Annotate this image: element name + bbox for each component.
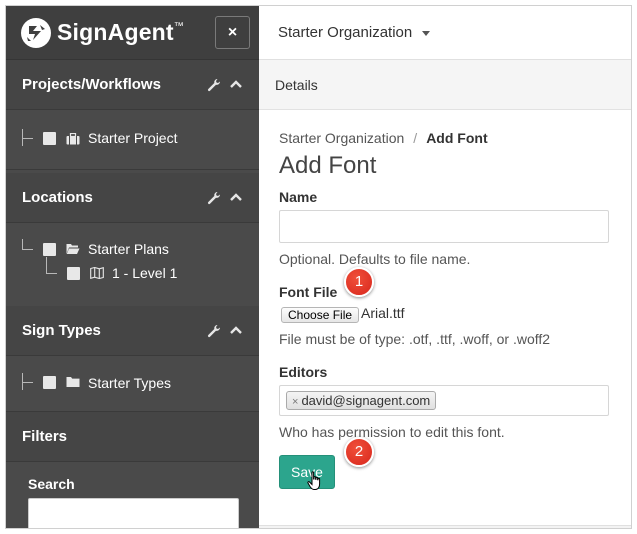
search-input[interactable] [28,498,239,528]
app-window: SignAgent™ × Projects/Workflows Starter … [5,5,632,529]
file-type-help-text: File must be of type: .otf, .ttf, .woff,… [279,331,551,347]
editor-tag-label: david@signagent.com [301,393,431,408]
editors-label: Editors [279,364,328,380]
folder-icon [66,377,80,387]
wrench-icon[interactable] [207,191,221,205]
close-sidebar-button[interactable]: × [215,16,250,49]
main-panel: Starter Organization Details Starter Org… [259,6,631,528]
organization-dropdown[interactable]: Starter Organization [278,24,412,41]
tree-item-checkbox[interactable] [43,376,56,389]
top-bar: Starter Organization [259,6,631,60]
callout-1-badge: 1 [344,267,374,297]
section-title: Projects/Workflows [22,76,161,93]
locations-tree: Starter Plans 1 - Level 1 [6,223,259,307]
sign-types-tree: Starter Types [6,356,259,412]
section-title: Filters [22,428,68,445]
tree-item-checkbox[interactable] [67,267,80,280]
selected-file-name: Arial.ttf [361,305,405,321]
choose-file-button[interactable]: Choose File [281,307,360,323]
hand-cursor-icon [307,471,321,490]
chevron-up-icon[interactable] [229,190,243,204]
section-title: Sign Types [22,322,101,339]
name-input[interactable] [279,210,609,243]
caret-down-icon[interactable] [422,31,430,36]
logo-trademark: ™ [173,21,184,32]
tree-line [46,273,57,274]
name-label: Name [279,189,318,205]
chevron-up-icon[interactable] [229,77,243,91]
projects-workflows-header[interactable]: Projects/Workflows [6,60,259,110]
tree-item-level-1[interactable]: 1 - Level 1 [112,265,177,281]
callout-2-badge: 2 [344,437,374,467]
font-file-label: Font File [279,284,338,300]
editors-input[interactable]: × david@signagent.com [279,385,609,416]
tree-item-starter-types[interactable]: Starter Types [88,375,171,391]
sign-types-header[interactable]: Sign Types [6,306,259,356]
name-help-text: Optional. Defaults to file name. [279,251,471,267]
remove-tag-icon[interactable]: × [292,396,298,408]
editor-tag: × david@signagent.com [286,391,437,410]
projects-workflows-section: Projects/Workflows Starter Project [6,60,259,170]
tree-line [22,382,33,383]
tree-item-starter-project[interactable]: Starter Project [88,130,177,146]
projects-tree: Starter Project [6,110,259,170]
locations-header[interactable]: Locations [6,173,259,223]
logo-text: SignAgent™ [57,19,184,45]
breadcrumb-separator: / [413,130,418,146]
sign-types-section: Sign Types Starter Types [6,306,259,412]
sidebar: SignAgent™ × Projects/Workflows Starter … [6,6,259,528]
tree-item-checkbox[interactable] [43,132,56,145]
signagent-logo-icon [21,18,51,48]
add-font-form: Starter Organization / Add Font Add Font N… [259,110,631,526]
section-title: Locations [22,189,93,206]
chevron-up-icon[interactable] [229,323,243,337]
tree-item-starter-plans[interactable]: Starter Plans [88,241,169,257]
details-title: Details [275,77,318,93]
breadcrumb-current: Add Font [426,130,488,146]
tree-line [22,249,33,250]
logo-bar: SignAgent™ × [6,6,259,60]
search-label: Search [28,476,75,492]
map-icon [90,267,104,279]
tree-item-checkbox[interactable] [43,243,56,256]
filters-header[interactable]: Filters [6,412,259,462]
locations-section: Locations Starter Plans 1 - Level 1 [6,173,259,307]
tree-line [22,138,33,139]
wrench-icon[interactable] [207,324,221,338]
folder-open-icon [66,244,80,254]
breadcrumb-organization-link[interactable]: Starter Organization [279,130,404,146]
breadcrumb: Starter Organization / Add Font [279,130,488,146]
briefcase-icon [66,133,80,145]
tree-line [46,257,47,274]
page-title: Add Font [279,152,377,179]
wrench-icon[interactable] [207,78,221,92]
details-bar: Details [259,60,631,110]
editors-help-text: Who has permission to edit this font. [279,424,505,440]
